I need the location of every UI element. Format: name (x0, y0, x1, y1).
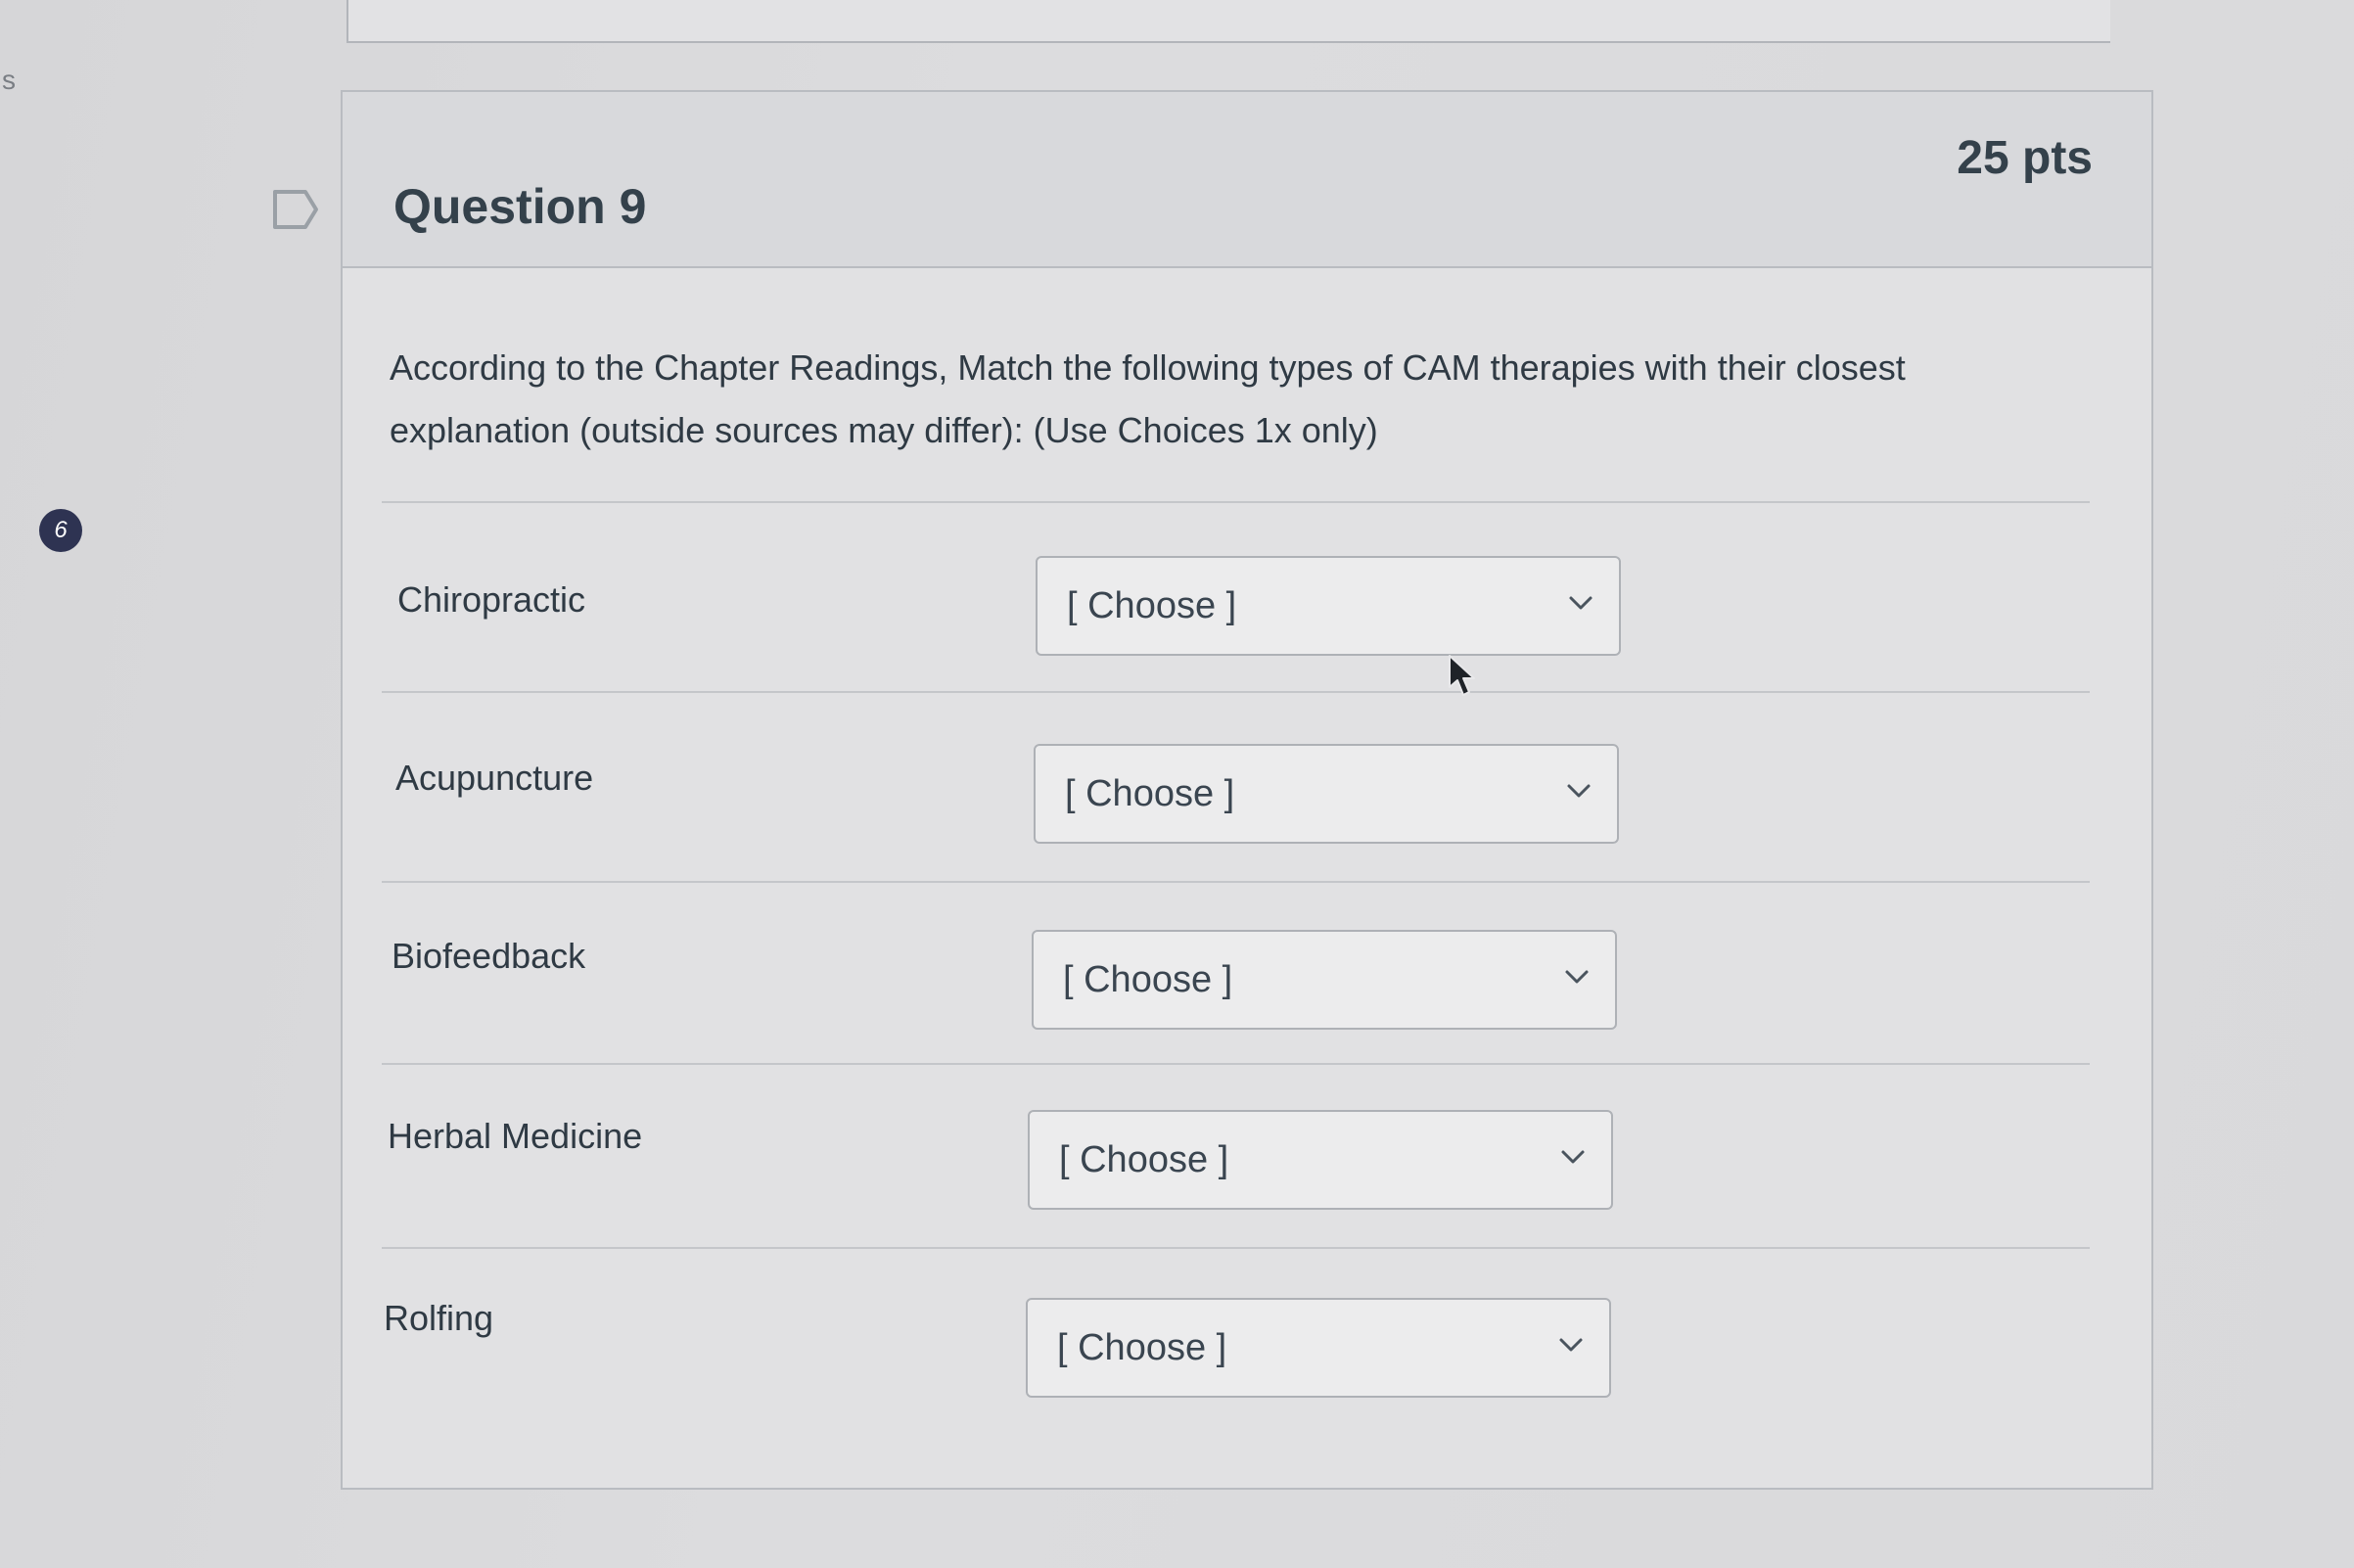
match-label-herbal-medicine: Herbal Medicine (388, 1116, 643, 1156)
row-divider (382, 691, 2090, 693)
select-value: [ Choose ] (1067, 585, 1237, 626)
step-badge: 6 (39, 509, 82, 552)
question-header: Question 9 25 pts (343, 92, 2151, 268)
question-card: Question 9 25 pts According to the Chapt… (341, 90, 2153, 1490)
chevron-down-icon (1569, 596, 1592, 610)
match-label-chiropractic: Chiropractic (397, 579, 586, 620)
bookmark-flag-icon[interactable] (272, 189, 319, 230)
chevron-down-icon (1559, 1338, 1583, 1352)
answer-select-chiropractic[interactable]: [ Choose ] (1036, 556, 1621, 656)
chevron-down-icon (1561, 1150, 1585, 1164)
question-prompt: According to the Chapter Readings, Match… (390, 347, 1906, 450)
question-title: Question 9 (393, 179, 647, 234)
chevron-down-icon (1565, 970, 1589, 984)
select-value: [ Choose ] (1059, 1139, 1229, 1180)
edge-partial-text: s (2, 65, 16, 95)
answer-select-acupuncture[interactable]: [ Choose ] (1034, 744, 1619, 844)
mouse-pointer-icon (1449, 655, 1475, 696)
match-label-acupuncture: Acupuncture (395, 758, 594, 798)
answer-select-rolfing[interactable]: [ Choose ] (1026, 1298, 1611, 1398)
select-value: [ Choose ] (1065, 773, 1235, 814)
select-value: [ Choose ] (1057, 1327, 1227, 1368)
previous-question-card-edge (346, 0, 2110, 43)
match-label-biofeedback: Biofeedback (392, 936, 586, 976)
answer-select-biofeedback[interactable]: [ Choose ] (1032, 930, 1617, 1030)
row-divider (382, 501, 2090, 503)
chevron-down-icon (1567, 784, 1591, 798)
match-label-rolfing: Rolfing (384, 1298, 494, 1338)
row-divider (382, 1063, 2090, 1065)
answer-select-herbal-medicine[interactable]: [ Choose ] (1028, 1110, 1613, 1210)
row-divider (382, 881, 2090, 883)
select-value: [ Choose ] (1063, 959, 1233, 1000)
row-divider (382, 1247, 2090, 1249)
question-points: 25 pts (1957, 132, 2093, 184)
